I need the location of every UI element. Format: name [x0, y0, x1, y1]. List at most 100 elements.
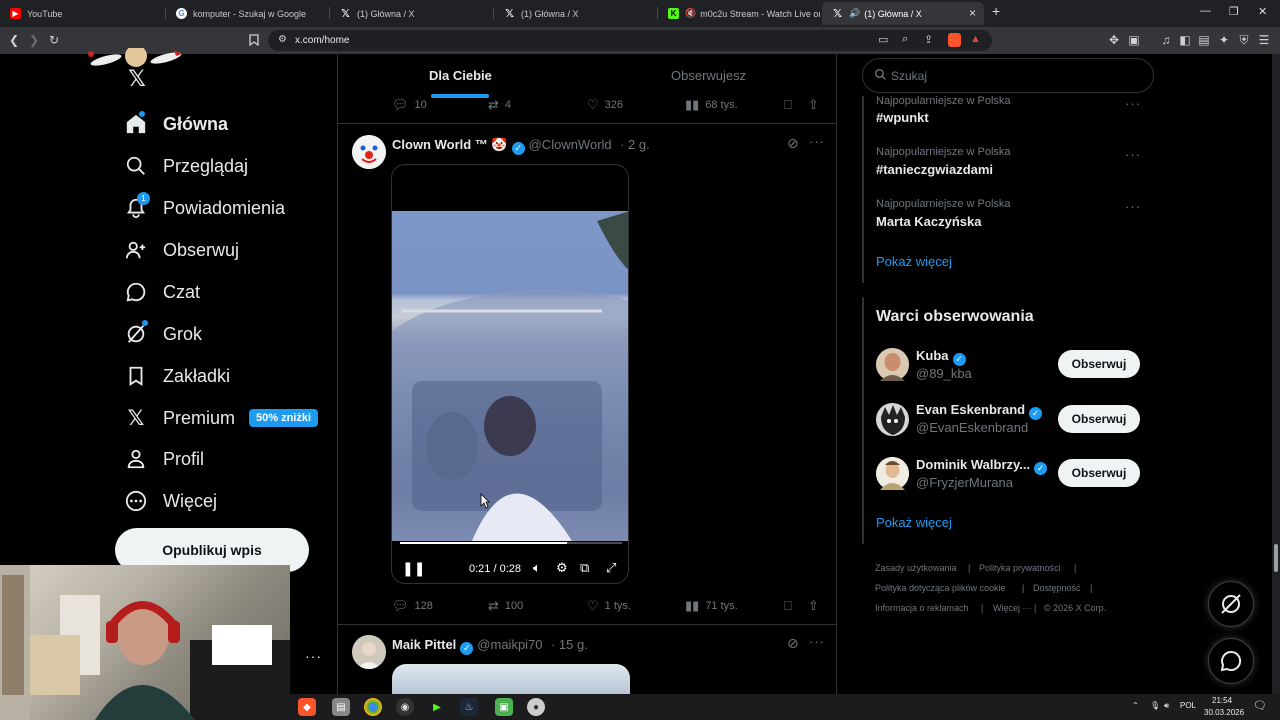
trend-name[interactable]: #wpunkt [876, 110, 929, 125]
trend-name[interactable]: #tanieczgwiazdami [876, 162, 993, 177]
video-progress-bar[interactable] [400, 542, 622, 544]
follow-button[interactable]: Obserwuj [1058, 350, 1140, 378]
footer-link[interactable]: Więcej ··· [993, 603, 1032, 613]
sidebar-icon[interactable]: ◧ [1177, 32, 1193, 48]
brave-app-icon[interactable]: ◆ [298, 698, 316, 716]
browser-tab-x-2[interactable]: 𝕏 (1) Główna / X [494, 2, 656, 25]
follow-button[interactable]: Obserwuj [1058, 459, 1140, 487]
grok-explain-icon[interactable]: ⊘ [787, 635, 799, 652]
suggested-user-handle[interactable]: @EvanEskenbrand [916, 420, 1028, 435]
share-button[interactable]: ⇧ [808, 97, 825, 113]
grok-explain-icon[interactable]: ⊘ [787, 135, 799, 152]
nav-item-premium[interactable]: 𝕏 Premium 50% zniżki [124, 403, 319, 433]
wallet-icon[interactable]: ▤ [1196, 32, 1212, 48]
streamer-app-icon[interactable]: ▶ [428, 698, 446, 716]
account-more-icon[interactable]: ··· [305, 648, 322, 664]
share-icon[interactable]: ⇪ [924, 33, 933, 46]
footer-link[interactable]: Zasady użytkowania [875, 563, 957, 573]
views-button[interactable]: ▮▮ 68 tys. [685, 97, 738, 113]
browser-tab-kick[interactable]: K 🔇 m0c2u Stream - Watch Live on Ki [658, 2, 820, 25]
forward-icon[interactable]: ❯ [26, 32, 42, 48]
clock-date[interactable]: 30.03.2026 [1204, 708, 1244, 717]
fullscreen-icon[interactable]: ⤢ [606, 560, 616, 576]
volume-tray-icon[interactable]: 🔊︎ [1164, 701, 1169, 711]
brave-rewards-icon[interactable]: ▲ [970, 33, 981, 45]
post-more-icon[interactable]: ··· [809, 634, 825, 649]
app-icon[interactable]: ● [527, 698, 545, 716]
trends-show-more-link[interactable]: Pokaż więcej [876, 254, 952, 269]
nav-item-grok[interactable]: Grok [124, 319, 202, 349]
browser-tab-youtube[interactable]: ▶ YouTube [0, 2, 164, 25]
author-name[interactable]: Clown World ™ 🤡 [392, 137, 508, 152]
post-time[interactable]: · 15 g. [551, 637, 588, 652]
avatar[interactable] [876, 403, 909, 436]
settings-icon[interactable]: ⚙ [556, 560, 568, 576]
pause-icon[interactable]: ❚❚ [402, 560, 425, 577]
nav-item-home[interactable]: Główna [124, 109, 228, 139]
language-indicator[interactable]: POL [1180, 701, 1196, 710]
footer-link[interactable]: Informacja o reklamach [875, 603, 969, 613]
menu-icon[interactable]: ☰ [1256, 32, 1272, 48]
author-handle[interactable]: @ClownWorld [529, 137, 612, 152]
grok-fab-button[interactable] [1208, 581, 1254, 627]
video-player[interactable]: ❚❚ 0:21 / 0:28 🔈︎ ⚙ ⧉ ⤢ [391, 164, 629, 584]
video-frame[interactable] [392, 211, 628, 541]
bookmark-page-icon[interactable] [246, 32, 262, 48]
footer-link[interactable]: Polityka dotycząca plików cookie [875, 583, 1006, 593]
trend-more-icon[interactable]: ··· [1125, 147, 1141, 162]
reply-button[interactable]: 💬︎ 10 [392, 97, 427, 113]
brave-shields-icon[interactable] [948, 33, 961, 47]
picture-in-picture-icon[interactable]: ⧉ [580, 560, 589, 576]
back-icon[interactable]: ❮ [6, 32, 22, 48]
reload-icon[interactable]: ↻ [46, 32, 62, 48]
media-icon[interactable]: ♫ [1158, 32, 1174, 48]
trend-more-icon[interactable]: ··· [1125, 199, 1141, 214]
nav-item-more[interactable]: Więcej [124, 486, 217, 516]
avatar[interactable] [352, 135, 386, 169]
suggested-user-name[interactable]: Dominik Walbrzy... ✓ [916, 457, 1048, 475]
bookmark-button[interactable]: ⎕ [784, 598, 798, 614]
share-button[interactable]: ⇧ [808, 598, 825, 614]
suggested-user-name[interactable]: Evan Eskenbrand ✓ [916, 402, 1043, 420]
nav-item-follow[interactable]: Obserwuj [124, 235, 239, 265]
clock-time[interactable]: 21:54 [1212, 696, 1232, 705]
suggested-user-handle[interactable]: @FryzjerMurana [916, 475, 1013, 490]
avatar[interactable] [876, 457, 909, 490]
close-window-button[interactable]: ✕ [1258, 5, 1267, 18]
x-logo-icon[interactable]: 𝕏 [125, 67, 149, 91]
notifications-icon[interactable]: 🗨︎ [1253, 699, 1267, 712]
address-bar[interactable]: ⚙ x.com/home ▭ ⌕ ⇪ ▲ [268, 30, 992, 51]
tab-search-icon[interactable]: ▣ [1126, 32, 1142, 48]
like-button[interactable]: ♡ 326 [587, 97, 623, 113]
explorer-app-icon[interactable]: ▤ [332, 698, 350, 716]
restore-button[interactable]: ❐ [1229, 5, 1239, 18]
bookmark-button[interactable]: ⎕ [784, 97, 798, 113]
tab-following[interactable]: Obserwujesz [671, 68, 746, 83]
author-name[interactable]: Maik Pittel [392, 637, 456, 652]
steam-app-icon[interactable]: ♨ [460, 698, 478, 716]
scrollbar-thumb[interactable] [1274, 544, 1278, 572]
app-icon[interactable]: ▣ [495, 698, 513, 716]
nav-item-bookmarks[interactable]: Zakładki [124, 361, 230, 391]
like-button[interactable]: ♡ 1 tys. [587, 598, 631, 614]
messages-fab-button[interactable] [1208, 638, 1254, 684]
browser-tab-google[interactable]: G komputer - Szukaj w Google [166, 2, 328, 25]
browser-tab-x-1[interactable]: 𝕏 (1) Główna / X [330, 2, 492, 25]
extensions-icon[interactable]: ✥ [1106, 32, 1122, 48]
footer-link[interactable]: Dostępność [1033, 583, 1081, 593]
vpn-icon[interactable]: ⛨ [1236, 32, 1252, 48]
leo-ai-icon[interactable]: ✦ [1216, 32, 1232, 48]
suggested-user-handle[interactable]: @89_kba [916, 366, 972, 381]
trend-more-icon[interactable]: ··· [1125, 96, 1141, 111]
cast-icon[interactable]: ▭ [878, 33, 888, 46]
nav-item-profile[interactable]: Profil [124, 444, 204, 474]
nav-item-chat[interactable]: Czat [124, 277, 200, 307]
obs-app-icon[interactable]: ◉ [396, 698, 414, 716]
avatar[interactable] [876, 348, 909, 381]
trend-name[interactable]: Marta Kaczyńska [876, 214, 982, 229]
zoom-icon[interactable]: ⌕ [902, 33, 908, 46]
views-button[interactable]: ▮▮ 71 tys. [685, 598, 738, 614]
author-handle[interactable]: @maikpi70 [477, 637, 542, 652]
nav-item-explore[interactable]: Przeglądaj [124, 151, 248, 181]
page-scrollbar[interactable] [1272, 54, 1280, 694]
